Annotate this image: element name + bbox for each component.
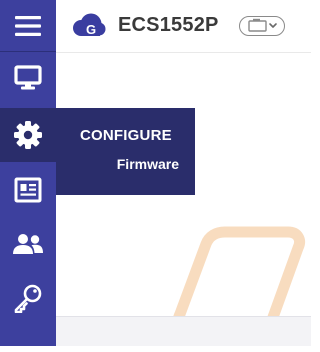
menu-button[interactable]	[0, 0, 56, 52]
footer-bar	[56, 316, 311, 346]
sidebar-item-users[interactable]	[0, 218, 56, 270]
users-icon	[13, 234, 43, 254]
sidebar	[0, 0, 56, 346]
header-divider	[56, 52, 311, 53]
sidebar-item-monitor[interactable]	[0, 52, 56, 104]
brand-logo-icon: G	[73, 13, 106, 37]
gear-icon	[14, 121, 42, 149]
device-selector[interactable]	[239, 16, 285, 36]
monitor-icon	[14, 65, 42, 90]
flyout-item-firmware[interactable]: Firmware	[117, 156, 179, 172]
configure-flyout-menu: CONFIGURE Firmware	[56, 108, 195, 195]
top-header: G ECS1552P	[56, 0, 311, 50]
flyout-title: CONFIGURE	[80, 127, 172, 144]
sidebar-item-security[interactable]	[0, 272, 56, 324]
device-name: ECS1552P	[118, 14, 219, 36]
svg-text:G: G	[86, 22, 96, 37]
newspaper-icon	[14, 177, 42, 203]
chevron-down-icon	[269, 23, 277, 28]
sidebar-item-configure[interactable]	[0, 108, 56, 162]
hamburger-menu-icon	[15, 16, 41, 36]
switch-device-icon	[248, 18, 277, 32]
key-icon	[14, 284, 42, 313]
sidebar-item-reports[interactable]	[0, 164, 56, 216]
